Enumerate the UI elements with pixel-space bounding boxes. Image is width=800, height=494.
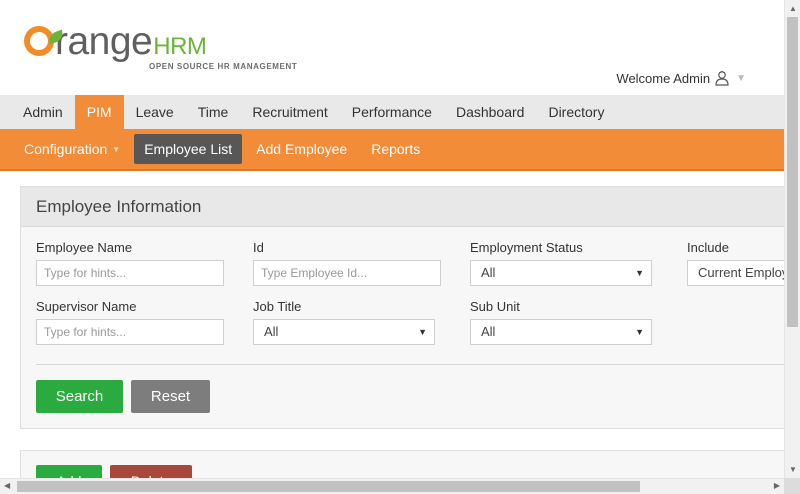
welcome-menu[interactable]: Welcome Admin ▼ [616, 70, 746, 86]
logo-orange-icon [24, 26, 66, 56]
horizontal-scroll-thumb[interactable] [17, 481, 640, 492]
search-button[interactable]: Search [36, 380, 123, 413]
logo-hrm: HRM [153, 33, 207, 60]
nav-item-leave[interactable]: Leave [124, 95, 186, 129]
scroll-right-icon[interactable]: ▶ [774, 481, 780, 490]
subnav-item-reports[interactable]: Reports [361, 134, 430, 164]
subnav-item-add-employee[interactable]: Add Employee [246, 134, 357, 164]
subnav-configuration-label: Configuration [24, 141, 108, 157]
employee-name-label: Employee Name [36, 240, 133, 255]
divider [36, 364, 800, 365]
horizontal-scrollbar[interactable]: ◀ ▶ [0, 478, 784, 494]
employee-information-panel: Employee Information Employee Name Type … [20, 186, 800, 429]
subnav-item-configuration[interactable]: Configuration ▼ [14, 134, 130, 164]
employment-status-value: All [481, 265, 496, 280]
sub-unit-value: All [481, 324, 496, 339]
nav-item-performance[interactable]: Performance [340, 95, 444, 129]
employee-id-input[interactable]: Type Employee Id... [253, 260, 441, 286]
employment-status-label: Employment Status [470, 240, 583, 255]
supervisor-name-label: Supervisor Name [36, 299, 137, 314]
sub-unit-select[interactable]: All ▼ [470, 319, 652, 345]
nav-item-recruitment[interactable]: Recruitment [240, 95, 339, 129]
nav-item-directory[interactable]: Directory [536, 95, 616, 129]
nav-item-dashboard[interactable]: Dashboard [444, 95, 537, 129]
vertical-scroll-thumb[interactable] [787, 17, 798, 327]
supervisor-name-input[interactable]: Type for hints... [36, 319, 224, 345]
dropdown-arrow-icon: ▼ [635, 268, 644, 278]
user-icon [715, 70, 729, 86]
job-title-label: Job Title [253, 299, 302, 314]
panel-title: Employee Information [21, 187, 799, 227]
main-nav: Admin PIM Leave Time Recruitment Perform… [0, 95, 784, 129]
sub-nav: Configuration ▼ Employee List Add Employe… [0, 129, 784, 171]
sub-unit-label: Sub Unit [470, 299, 520, 314]
id-label: Id [253, 240, 264, 255]
employment-status-select[interactable]: All ▼ [470, 260, 652, 286]
include-label: Include [687, 240, 729, 255]
orangehrm-page: rangeHRM OPEN SOURCE HR MANAGEMENT Welco… [0, 0, 800, 494]
job-title-select[interactable]: All ▼ [253, 319, 435, 345]
scroll-left-icon[interactable]: ◀ [4, 481, 10, 490]
subnav-item-employee-list[interactable]: Employee List [134, 134, 243, 164]
scroll-up-icon[interactable]: ▲ [789, 4, 797, 13]
welcome-text: Welcome Admin [616, 70, 711, 86]
chevron-down-icon: ▼ [112, 145, 121, 154]
dropdown-arrow-icon: ▼ [635, 327, 644, 337]
reset-button[interactable]: Reset [131, 380, 210, 413]
logo-wordmark: rangeHRM [24, 20, 207, 64]
scrollbar-corner [784, 478, 800, 494]
dropdown-arrow-icon: ▼ [418, 327, 427, 337]
job-title-value: All [264, 324, 279, 339]
employee-name-input[interactable]: Type for hints... [36, 260, 224, 286]
nav-item-pim[interactable]: PIM [74, 95, 124, 129]
nav-item-time[interactable]: Time [186, 95, 241, 129]
nav-item-admin[interactable]: Admin [0, 95, 75, 129]
logo-tagline: OPEN SOURCE HR MANAGEMENT [149, 62, 298, 71]
vertical-scrollbar[interactable]: ▲ ▼ [784, 0, 800, 478]
orangehrm-logo[interactable]: rangeHRM OPEN SOURCE HR MANAGEMENT [24, 12, 314, 74]
chevron-down-icon: ▼ [736, 72, 746, 84]
header: rangeHRM OPEN SOURCE HR MANAGEMENT Welco… [0, 0, 784, 95]
scroll-down-icon[interactable]: ▼ [789, 465, 797, 474]
